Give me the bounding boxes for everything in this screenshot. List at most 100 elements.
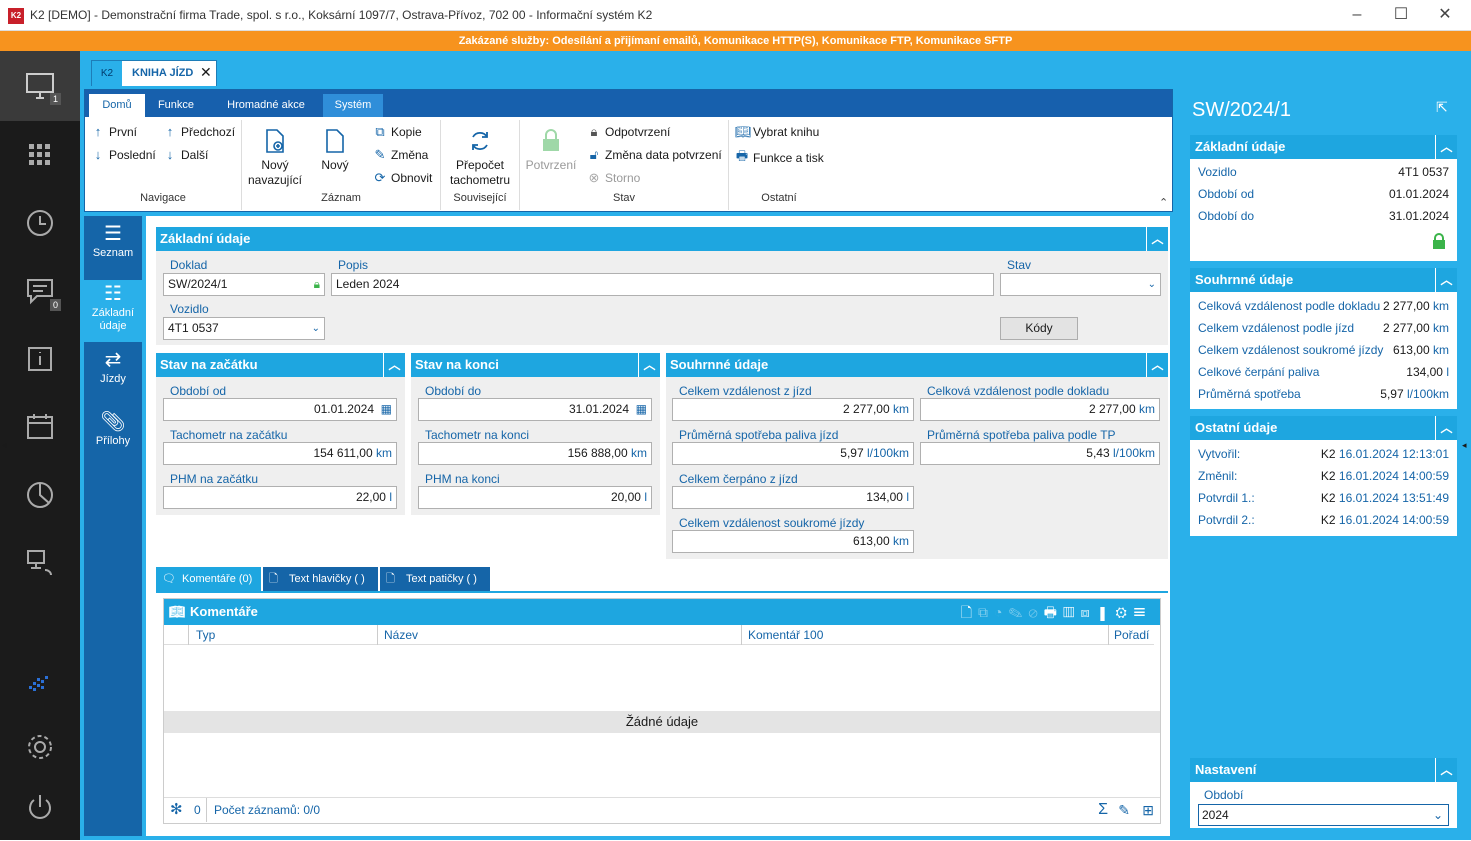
tacho-end-field[interactable]: 156 888,00 km (418, 442, 652, 465)
stav-label: Stav (1007, 258, 1032, 272)
period-from-field[interactable]: 01.01.2024 ▦ (163, 398, 397, 421)
document-tab[interactable]: K2 KNIHA JÍZD ✕ (91, 60, 217, 86)
tab-home[interactable]: Domů (89, 94, 145, 117)
tab-comments[interactable]: 🗨︎ Komentáře (0) (156, 567, 261, 591)
collapse-icon[interactable]: ︿ (1435, 135, 1457, 159)
sidetab-basic[interactable]: ☷ Základní údaje (84, 280, 142, 342)
avg-consumption-field[interactable]: 5,97 l/100km (672, 442, 914, 465)
next-label: Další (181, 147, 209, 162)
settings-period-select[interactable]: 2024 ⌄ (1198, 804, 1449, 826)
vozidlo-select[interactable]: 4T1 0537 ⌄ (163, 317, 325, 340)
view-icon[interactable]: ◔ (994, 604, 1008, 620)
fuel-start-field[interactable]: 22,00 l (163, 486, 397, 509)
refresh-button[interactable]: ⟳ Obnovit (373, 170, 433, 186)
printer-icon[interactable]: 🖶 (1044, 604, 1063, 620)
edit-icon[interactable]: ✎ (1118, 798, 1130, 822)
total-distance-field[interactable]: 2 277,00 km (672, 398, 914, 421)
history-icon[interactable] (0, 189, 80, 257)
kody-button[interactable]: Kódy (1000, 317, 1078, 340)
popis-field[interactable]: Leden 2024 (331, 273, 994, 296)
power-icon[interactable] (0, 773, 80, 841)
copy-icon[interactable]: ⧉ (978, 604, 994, 620)
next-button[interactable]: ↓ Další (163, 147, 209, 162)
empty-message: Žádné údaje (164, 711, 1160, 733)
new-button[interactable]: Nový (313, 128, 357, 173)
tab-footer-text[interactable]: 🗋 Text patičky ( ) (380, 567, 490, 591)
right-other-row: Potvrdil 2.: K2 16.01.2024 14:00:59 (1190, 509, 1457, 531)
sidetab-attachments[interactable]: 📎︎ Přílohy (84, 406, 142, 466)
new-follow-icon (266, 129, 284, 153)
chart-icon[interactable]: ▥ (1063, 604, 1081, 620)
storno-button[interactable]: ⊗ Storno (587, 170, 641, 186)
tacho-start-field[interactable]: 154 611,00 km (163, 442, 397, 465)
recalc-tachometer-button[interactable]: Přepočet tachometru (443, 128, 517, 188)
minimize-icon[interactable]: – (1337, 4, 1377, 26)
first-button[interactable]: ↑ První (91, 124, 137, 139)
settings-icon[interactable] (0, 713, 80, 781)
change-button[interactable]: ✎ Změna (373, 147, 429, 163)
right-splitter-icon[interactable]: ◂ (1462, 440, 1467, 451)
doklad-field[interactable]: SW/2024/1 🔒︎ (163, 273, 325, 296)
confirm-button[interactable]: Potvrzení (523, 128, 579, 173)
sum-icon[interactable]: Σ (1098, 798, 1108, 822)
select-book-button[interactable]: 📖︎ Vybrat knihu (735, 124, 819, 140)
right-basic-header: Základní údaje ︿ (1190, 135, 1457, 159)
close-icon[interactable]: ✕ (1425, 4, 1465, 26)
delete-icon[interactable]: ⊘ (1029, 604, 1044, 620)
messages-icon[interactable]: 0 (0, 257, 80, 325)
tab-functions[interactable]: Funkce (147, 94, 205, 117)
right-other-key: Potvrdil 2.: (1198, 513, 1255, 527)
collapse-icon[interactable]: ︿ (1146, 353, 1168, 377)
collapse-ribbon-icon[interactable]: ⌃ (1159, 196, 1168, 209)
snowflake-icon[interactable]: ✻ (170, 798, 183, 822)
tab-header-text[interactable]: 🗋 Text hlavičky ( ) (263, 567, 378, 591)
collapse-icon[interactable]: ︿ (383, 353, 405, 377)
settings-icon[interactable]: ⚙ (1116, 604, 1133, 620)
doc-distance-field[interactable]: 2 277,00 km (920, 398, 1160, 421)
tab-bulk-actions[interactable]: Hromadné akce (213, 94, 319, 117)
monitor-icon[interactable]: 1 (0, 51, 80, 121)
info-icon[interactable] (0, 325, 80, 393)
maximize-icon[interactable]: ☐ (1381, 4, 1421, 26)
column-order[interactable]: Pořadí (1114, 625, 1149, 645)
private-distance-field[interactable]: 613,00 km (672, 530, 914, 553)
tree-icon[interactable]: ⧈ (1081, 604, 1096, 620)
previous-button[interactable]: ↑ Předchozí (163, 124, 235, 139)
calendar-icon[interactable] (0, 393, 80, 461)
collapse-icon[interactable]: ︿ (1435, 758, 1457, 782)
grid-settings-icon[interactable]: ⊞ (1142, 798, 1154, 822)
tab-system[interactable]: Systém (323, 94, 383, 117)
stav-select[interactable]: ⌄ (1000, 273, 1161, 296)
unconfirm-button[interactable]: 🔒︎ Odpotvrzení (587, 124, 671, 140)
copy-button[interactable]: ⧉ Kopie (373, 124, 421, 140)
pie-chart-icon[interactable] (0, 461, 80, 529)
barcode-icon[interactable]: ▮ (1096, 604, 1116, 620)
avg-tp-field[interactable]: 5,43 l/100km (920, 442, 1160, 465)
change-date-button[interactable]: 🔓︎ Změna data potvrzení (587, 147, 722, 163)
collapse-icon[interactable]: ︿ (1146, 227, 1168, 251)
column-name[interactable]: Název (384, 625, 418, 645)
open-external-icon[interactable]: ⇱ (1436, 99, 1448, 116)
collapse-icon[interactable]: ︿ (1435, 268, 1457, 292)
pumped-field[interactable]: 134,00 l (672, 486, 914, 509)
menu-icon[interactable]: ☰ (1133, 604, 1152, 620)
edit-icon[interactable]: ✎ (1009, 604, 1029, 620)
popis-label: Popis (338, 258, 369, 272)
sidetab-list[interactable]: ☰ Seznam (84, 216, 142, 278)
column-type[interactable]: Typ (196, 625, 215, 645)
collapse-icon[interactable]: ︿ (638, 353, 660, 377)
close-tab-icon[interactable]: ✕ (200, 64, 212, 81)
new-record-icon[interactable]: 🗋 (961, 604, 978, 620)
apps-grid-icon[interactable] (0, 121, 80, 189)
functions-print-button[interactable]: 🖶 Funkce a tisk (735, 147, 824, 169)
new-follow-button[interactable]: Nový navazující (245, 128, 305, 188)
collapse-icon[interactable]: ︿ (1435, 416, 1457, 440)
right-other-row: Změnil: K2 16.01.2024 14:00:59 (1190, 465, 1457, 487)
left-splitter-icon[interactable]: ◂ (2, 440, 7, 451)
fuel-end-field[interactable]: 20,00 l (418, 486, 652, 509)
remote-support-icon[interactable] (0, 529, 80, 597)
sidetab-trips[interactable]: ⇄ Jízdy (84, 344, 142, 404)
period-to-field[interactable]: 31.01.2024 ▦ (418, 398, 652, 421)
column-comment[interactable]: Komentář 100 (748, 625, 823, 645)
last-button[interactable]: ↓ Poslední (91, 147, 156, 162)
